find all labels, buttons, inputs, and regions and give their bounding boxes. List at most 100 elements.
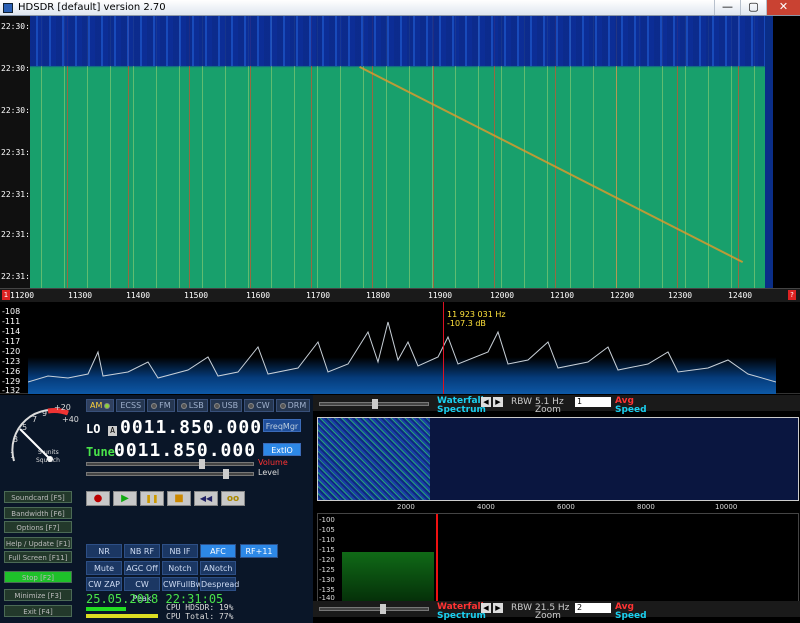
waterfall-display[interactable] — [30, 16, 773, 288]
af-spectrum-label: Spectrum — [437, 405, 486, 415]
db-label: -108 — [2, 307, 21, 316]
freq-tick: 11700 — [306, 291, 331, 300]
af-filter-edge[interactable] — [436, 514, 438, 604]
level-knob[interactable] — [223, 469, 229, 479]
volume-label: Volume — [258, 458, 288, 467]
extio-button[interactable]: ExtIO — [263, 443, 301, 456]
squelch-label[interactable]: Squelch — [36, 457, 60, 464]
loop-button[interactable]: oo — [221, 491, 245, 506]
band-start-marker[interactable]: 1 — [2, 290, 10, 300]
rewind-button[interactable]: ◀◀ — [194, 491, 218, 506]
af-tick: 8000 — [637, 503, 655, 511]
tune-frequency-display[interactable]: 0011.850.000 — [114, 440, 256, 461]
lo-frequency-display[interactable]: 0011.850.000 — [120, 417, 262, 438]
af-db-label: -135 — [319, 586, 335, 594]
fullscreen-button[interactable]: Full Screen [F11] — [4, 551, 72, 563]
af-db-label: -105 — [319, 526, 335, 534]
volume-slider[interactable] — [86, 459, 254, 469]
play-button[interactable]: ▶ — [113, 491, 137, 506]
db-label: -117 — [2, 337, 21, 346]
af-tick: 10000 — [715, 503, 738, 511]
cursor-readout: 11 923 031 Hz -107.3 dB — [447, 310, 506, 328]
db-label: -129 — [2, 377, 21, 386]
agc-button[interactable]: AGC Off — [124, 561, 160, 575]
freq-tick: 11400 — [126, 291, 151, 300]
freq-tick: 12200 — [610, 291, 635, 300]
freq-tick: 11300 — [68, 291, 93, 300]
stop-button[interactable]: Stop [F2] — [4, 571, 72, 583]
freqmgr-button[interactable]: FreqMgr — [263, 419, 301, 432]
mode-usb[interactable]: USB — [209, 399, 243, 412]
freq-tick: 12300 — [668, 291, 693, 300]
cpu-hdsdr: CPU HDSDR: 19% — [166, 603, 234, 612]
af-tick: 4000 — [477, 503, 495, 511]
cw-zap-button[interactable]: CW ZAP — [86, 577, 122, 591]
mode-am[interactable]: AM — [86, 399, 115, 412]
spectrum-trace[interactable] — [28, 302, 776, 394]
drifting-signal-trace — [359, 66, 744, 263]
anotch-button[interactable]: ANotch — [200, 561, 236, 575]
cw-fullbw-button[interactable]: CWFullBw — [162, 577, 202, 591]
pause-button[interactable]: ❚❚ — [140, 491, 164, 506]
freq-tick: 11800 — [366, 291, 391, 300]
freq-tick: 12400 — [728, 291, 753, 300]
mode-cw[interactable]: CW — [244, 399, 274, 412]
lo-channel[interactable]: A — [108, 426, 117, 436]
close-button[interactable]: ✕ — [766, 0, 800, 15]
minimize-app-button[interactable]: Minimize [F3] — [4, 589, 72, 601]
mode-ecss[interactable]: ECSS — [116, 399, 146, 412]
frequency-axis[interactable]: 1 11200 11300 11400 11500 11600 11700 11… — [0, 288, 800, 302]
options-button[interactable]: Options [F7] — [4, 521, 72, 533]
level-label: Level — [258, 468, 280, 477]
af-db-label: -115 — [319, 546, 335, 554]
af-db-label: -130 — [319, 576, 335, 584]
record-button[interactable]: ● — [86, 491, 110, 506]
mode-drm[interactable]: DRM — [275, 399, 311, 412]
main-waterfall[interactable]: 22:30:56 22:30:57 22:30:58 22:31:00 22:3… — [0, 16, 800, 288]
nb-if-button[interactable]: NB IF — [162, 544, 198, 558]
mode-lsb[interactable]: LSB — [176, 399, 208, 412]
nr-button[interactable]: NR — [86, 544, 122, 558]
smeter-tick: 7 — [32, 415, 38, 424]
af-passband — [342, 552, 434, 604]
af-waterfall[interactable] — [317, 417, 799, 501]
cpu-hdsdr-bar — [86, 607, 126, 611]
cpu-total-bar — [86, 614, 158, 618]
af-db-label: -110 — [319, 536, 335, 544]
nb-rf-button[interactable]: NB RF — [124, 544, 160, 558]
band-end-marker[interactable]: ? — [788, 290, 796, 300]
minimize-button[interactable]: — — [714, 0, 740, 15]
db-label: -120 — [2, 347, 21, 356]
help-update-button[interactable]: Help / Update [F1] — [4, 537, 72, 549]
bandwidth-button[interactable]: Bandwidth [F6] — [4, 507, 72, 519]
freq-tick: 12000 — [490, 291, 515, 300]
rf-gain-button[interactable]: RF+11 — [240, 544, 278, 558]
tuning-cursor[interactable] — [443, 302, 444, 394]
freq-tick: 11900 — [428, 291, 453, 300]
soundcard-button[interactable]: Soundcard [F5] — [4, 491, 72, 503]
time-axis: 22:30:56 22:30:57 22:30:58 22:31:00 22:3… — [0, 16, 40, 288]
rf-spectrum[interactable]: -108 -111 -114 -117 -120 -123 -126 -129 … — [0, 302, 800, 395]
notch-button[interactable]: Notch — [162, 561, 198, 575]
volume-knob[interactable] — [199, 459, 205, 469]
window-title: HDSDR [default] version 2.70 — [18, 2, 166, 13]
mode-fm[interactable]: FM — [147, 399, 175, 412]
mute-button[interactable]: Mute — [86, 561, 122, 575]
smeter-unit: S-units — [38, 449, 59, 456]
maximize-button[interactable]: ▢ — [740, 0, 766, 15]
exit-button[interactable]: Exit [F4] — [4, 605, 72, 617]
recorder-controls: ● ▶ ❚❚ ■ ◀◀ oo — [86, 491, 245, 506]
afc-button[interactable]: AFC — [200, 544, 236, 558]
cpu-total: CPU Total: 77% — [166, 612, 234, 621]
speed2-label: Speed — [615, 611, 647, 621]
despread-button[interactable]: Despread — [200, 577, 239, 591]
cursor-frequency: 11 923 031 Hz — [447, 310, 506, 319]
level-slider[interactable] — [86, 469, 254, 479]
control-panel: 1 3 5 7 9 +20 +40 S-units Squelch AM ECS… — [0, 395, 313, 623]
af-spectrum[interactable]: -100 -105 -110 -115 -120 -125 -130 -135 … — [317, 513, 799, 604]
zoom-label: Zoom — [535, 405, 561, 415]
title-bar: HDSDR [default] version 2.70 — ▢ ✕ — [0, 0, 800, 16]
stop-record-button[interactable]: ■ — [167, 491, 191, 506]
smeter-tick: 1 — [10, 451, 16, 460]
cw-peak-button[interactable]: CW Peak — [124, 577, 160, 603]
